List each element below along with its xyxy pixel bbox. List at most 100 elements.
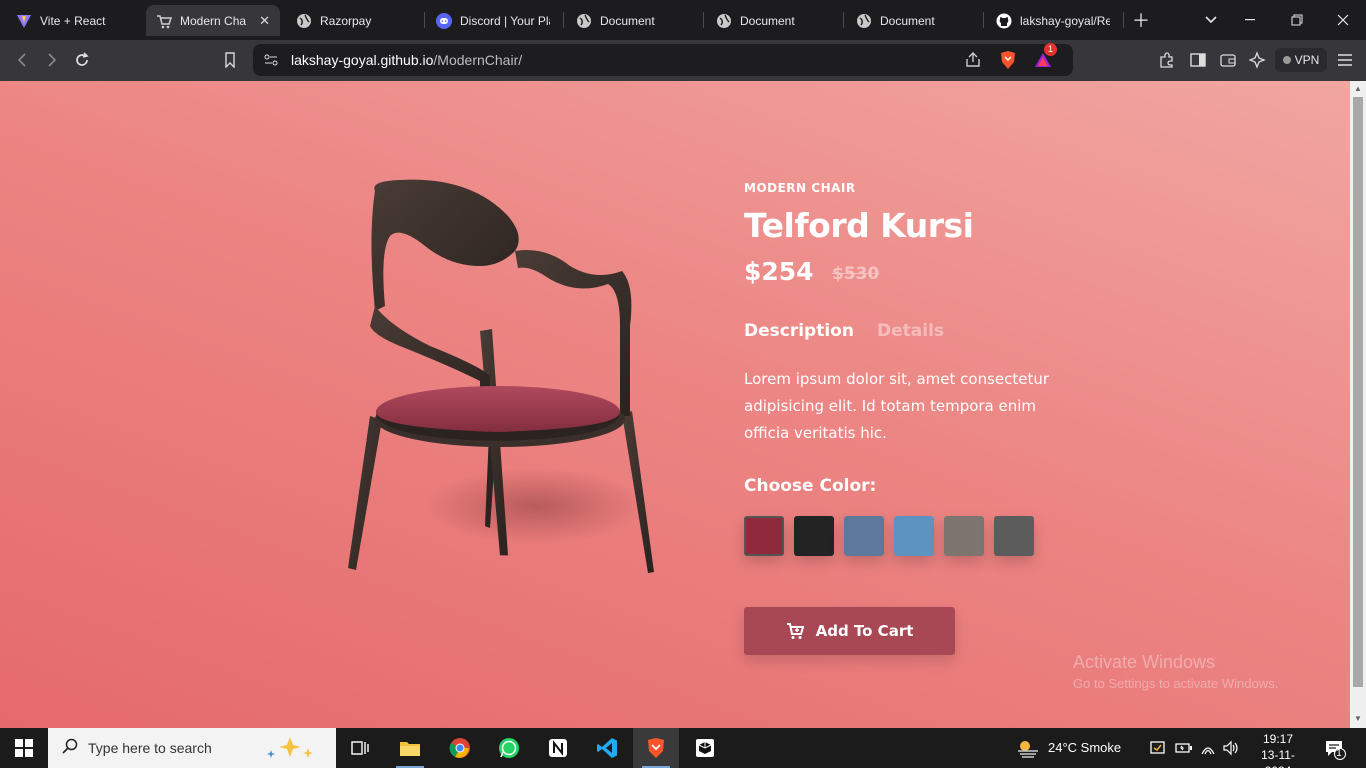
tab-title: Discord | Your Pla — [460, 13, 550, 28]
taskbar-chrome[interactable] — [437, 728, 483, 768]
tab-razorpay[interactable]: Razorpay — [286, 5, 420, 36]
minimize-button[interactable] — [1240, 8, 1262, 32]
task-view-button[interactable] — [337, 728, 383, 768]
taskbar-notion[interactable] — [535, 728, 581, 768]
bookmark-icon[interactable] — [218, 48, 242, 72]
start-button[interactable] — [0, 728, 48, 768]
chrome-icon — [449, 738, 470, 758]
close-tab-icon[interactable]: ✕ — [259, 13, 270, 29]
chair-image — [348, 179, 654, 573]
url-host: lakshay-goyal.github.io — [291, 52, 434, 68]
tab-details[interactable]: Details — [877, 321, 944, 341]
vpn-status-icon — [1282, 56, 1291, 64]
menu-icon[interactable] — [1333, 48, 1357, 72]
back-button[interactable] — [10, 48, 34, 72]
page-scrollbar[interactable]: ▲ ▼ — [1350, 81, 1366, 728]
wallet-icon[interactable] — [1216, 48, 1240, 72]
leo-ai-icon[interactable] — [1246, 48, 1270, 72]
vpn-label: VPN — [1294, 53, 1320, 67]
windows-taskbar: Type here to search 24°C Smoke 19:17 13-… — [0, 728, 1366, 768]
globe-icon — [716, 13, 732, 29]
tab-title: Razorpay — [320, 13, 372, 28]
vscode-icon — [597, 738, 617, 758]
product-category: MODERN CHAIR — [744, 181, 856, 195]
new-tab-button[interactable]: ＋ — [1130, 8, 1152, 32]
whatsapp-icon — [499, 738, 519, 758]
clock-date: 13-11-2024 — [1261, 748, 1295, 768]
system-clock[interactable]: 19:17 13-11-2024 — [1248, 731, 1308, 768]
search-icon — [62, 738, 78, 759]
brave-shields-icon[interactable] — [999, 50, 1017, 75]
tab-title: Modern Cha — [180, 13, 247, 28]
tab-title: Document — [880, 13, 935, 28]
volume-icon[interactable] — [1222, 740, 1240, 761]
tab-discord[interactable]: Discord | Your Pla — [426, 5, 560, 36]
color-swatch-gray[interactable] — [994, 516, 1034, 556]
product-page: MODERN CHAIR Telford Kursi $254 $530 Des… — [0, 81, 1350, 728]
tab-description[interactable]: Description — [744, 321, 854, 341]
vite-icon — [16, 13, 32, 29]
globe-icon — [576, 13, 592, 29]
watermark-subtitle: Go to Settings to activate Windows. — [1073, 676, 1279, 691]
globe-icon — [296, 13, 312, 29]
color-swatches — [744, 516, 1044, 556]
taskbar-search-box[interactable]: Type here to search — [48, 728, 336, 768]
wifi-icon[interactable] — [1200, 740, 1216, 761]
tab-document-3[interactable]: Document — [846, 5, 980, 36]
weather-icon[interactable] — [1016, 738, 1040, 763]
scroll-down-arrow-icon[interactable]: ▼ — [1353, 714, 1363, 723]
tab-vite-react[interactable]: Vite + React — [6, 5, 144, 36]
extensions-icon[interactable] — [1155, 48, 1179, 72]
reload-button[interactable] — [70, 48, 94, 72]
weather-text[interactable]: 24°C Smoke — [1048, 740, 1121, 755]
tab-separator — [703, 12, 704, 28]
tab-title: lakshay-goyal/Re — [1020, 13, 1110, 28]
site-settings-icon[interactable] — [263, 52, 279, 73]
folder-icon — [400, 742, 420, 756]
taskbar-file-explorer[interactable] — [387, 728, 433, 768]
add-to-cart-button[interactable]: Add To Cart — [744, 607, 955, 655]
color-swatch-taupe[interactable] — [944, 516, 984, 556]
tab-separator — [843, 12, 844, 28]
activate-windows-watermark: Activate Windows Go to Settings to activ… — [1073, 652, 1278, 691]
sidebar-icon[interactable] — [1186, 48, 1210, 72]
taskbar-brave[interactable] — [633, 728, 679, 768]
tab-document-2[interactable]: Document — [706, 5, 840, 36]
tab-document-1[interactable]: Document — [566, 5, 700, 36]
restore-button[interactable] — [1286, 8, 1308, 32]
battery-icon[interactable] — [1175, 741, 1193, 760]
scroll-up-arrow-icon[interactable]: ▲ — [1353, 84, 1363, 93]
taskbar-app-cube[interactable] — [682, 728, 728, 768]
tab-separator — [424, 12, 425, 28]
clock-time: 19:17 — [1262, 732, 1294, 746]
url-path: /ModernChair/ — [433, 52, 523, 68]
product-price: $254 — [744, 257, 814, 286]
color-swatch-blue[interactable] — [894, 516, 934, 556]
cart-icon — [786, 622, 804, 640]
product-description: Lorem ipsum dolor sit, amet consectetur … — [744, 370, 1050, 442]
forward-button[interactable] — [40, 48, 64, 72]
choose-color-label: Choose Color: — [744, 476, 877, 496]
scroll-thumb[interactable] — [1353, 97, 1363, 687]
color-swatch-maroon[interactable] — [744, 516, 784, 556]
color-swatch-black[interactable] — [794, 516, 834, 556]
taskbar-whatsapp[interactable] — [486, 728, 532, 768]
cart-icon — [156, 13, 172, 29]
share-icon[interactable] — [964, 51, 982, 74]
github-icon — [996, 13, 1012, 29]
tab-separator — [983, 12, 984, 28]
vpn-button[interactable]: VPN — [1275, 48, 1327, 72]
taskbar-vscode[interactable] — [584, 728, 630, 768]
discord-icon — [436, 12, 452, 29]
tab-search-chevron-icon[interactable] — [1200, 8, 1222, 32]
watermark-title: Activate Windows — [1073, 652, 1216, 672]
cube-app-icon — [696, 739, 714, 757]
address-bar[interactable]: lakshay-goyal.github.io/ModernChair/ 1 — [253, 43, 1073, 76]
color-swatch-denim[interactable] — [844, 516, 884, 556]
tab-github[interactable]: lakshay-goyal/Re — [986, 5, 1120, 36]
tab-modern-chair[interactable]: Modern Cha ✕ — [146, 5, 280, 36]
tab-separator — [1123, 12, 1124, 28]
meet-now-icon[interactable] — [1150, 740, 1168, 761]
close-window-button[interactable] — [1332, 8, 1354, 32]
globe-icon — [856, 13, 872, 29]
